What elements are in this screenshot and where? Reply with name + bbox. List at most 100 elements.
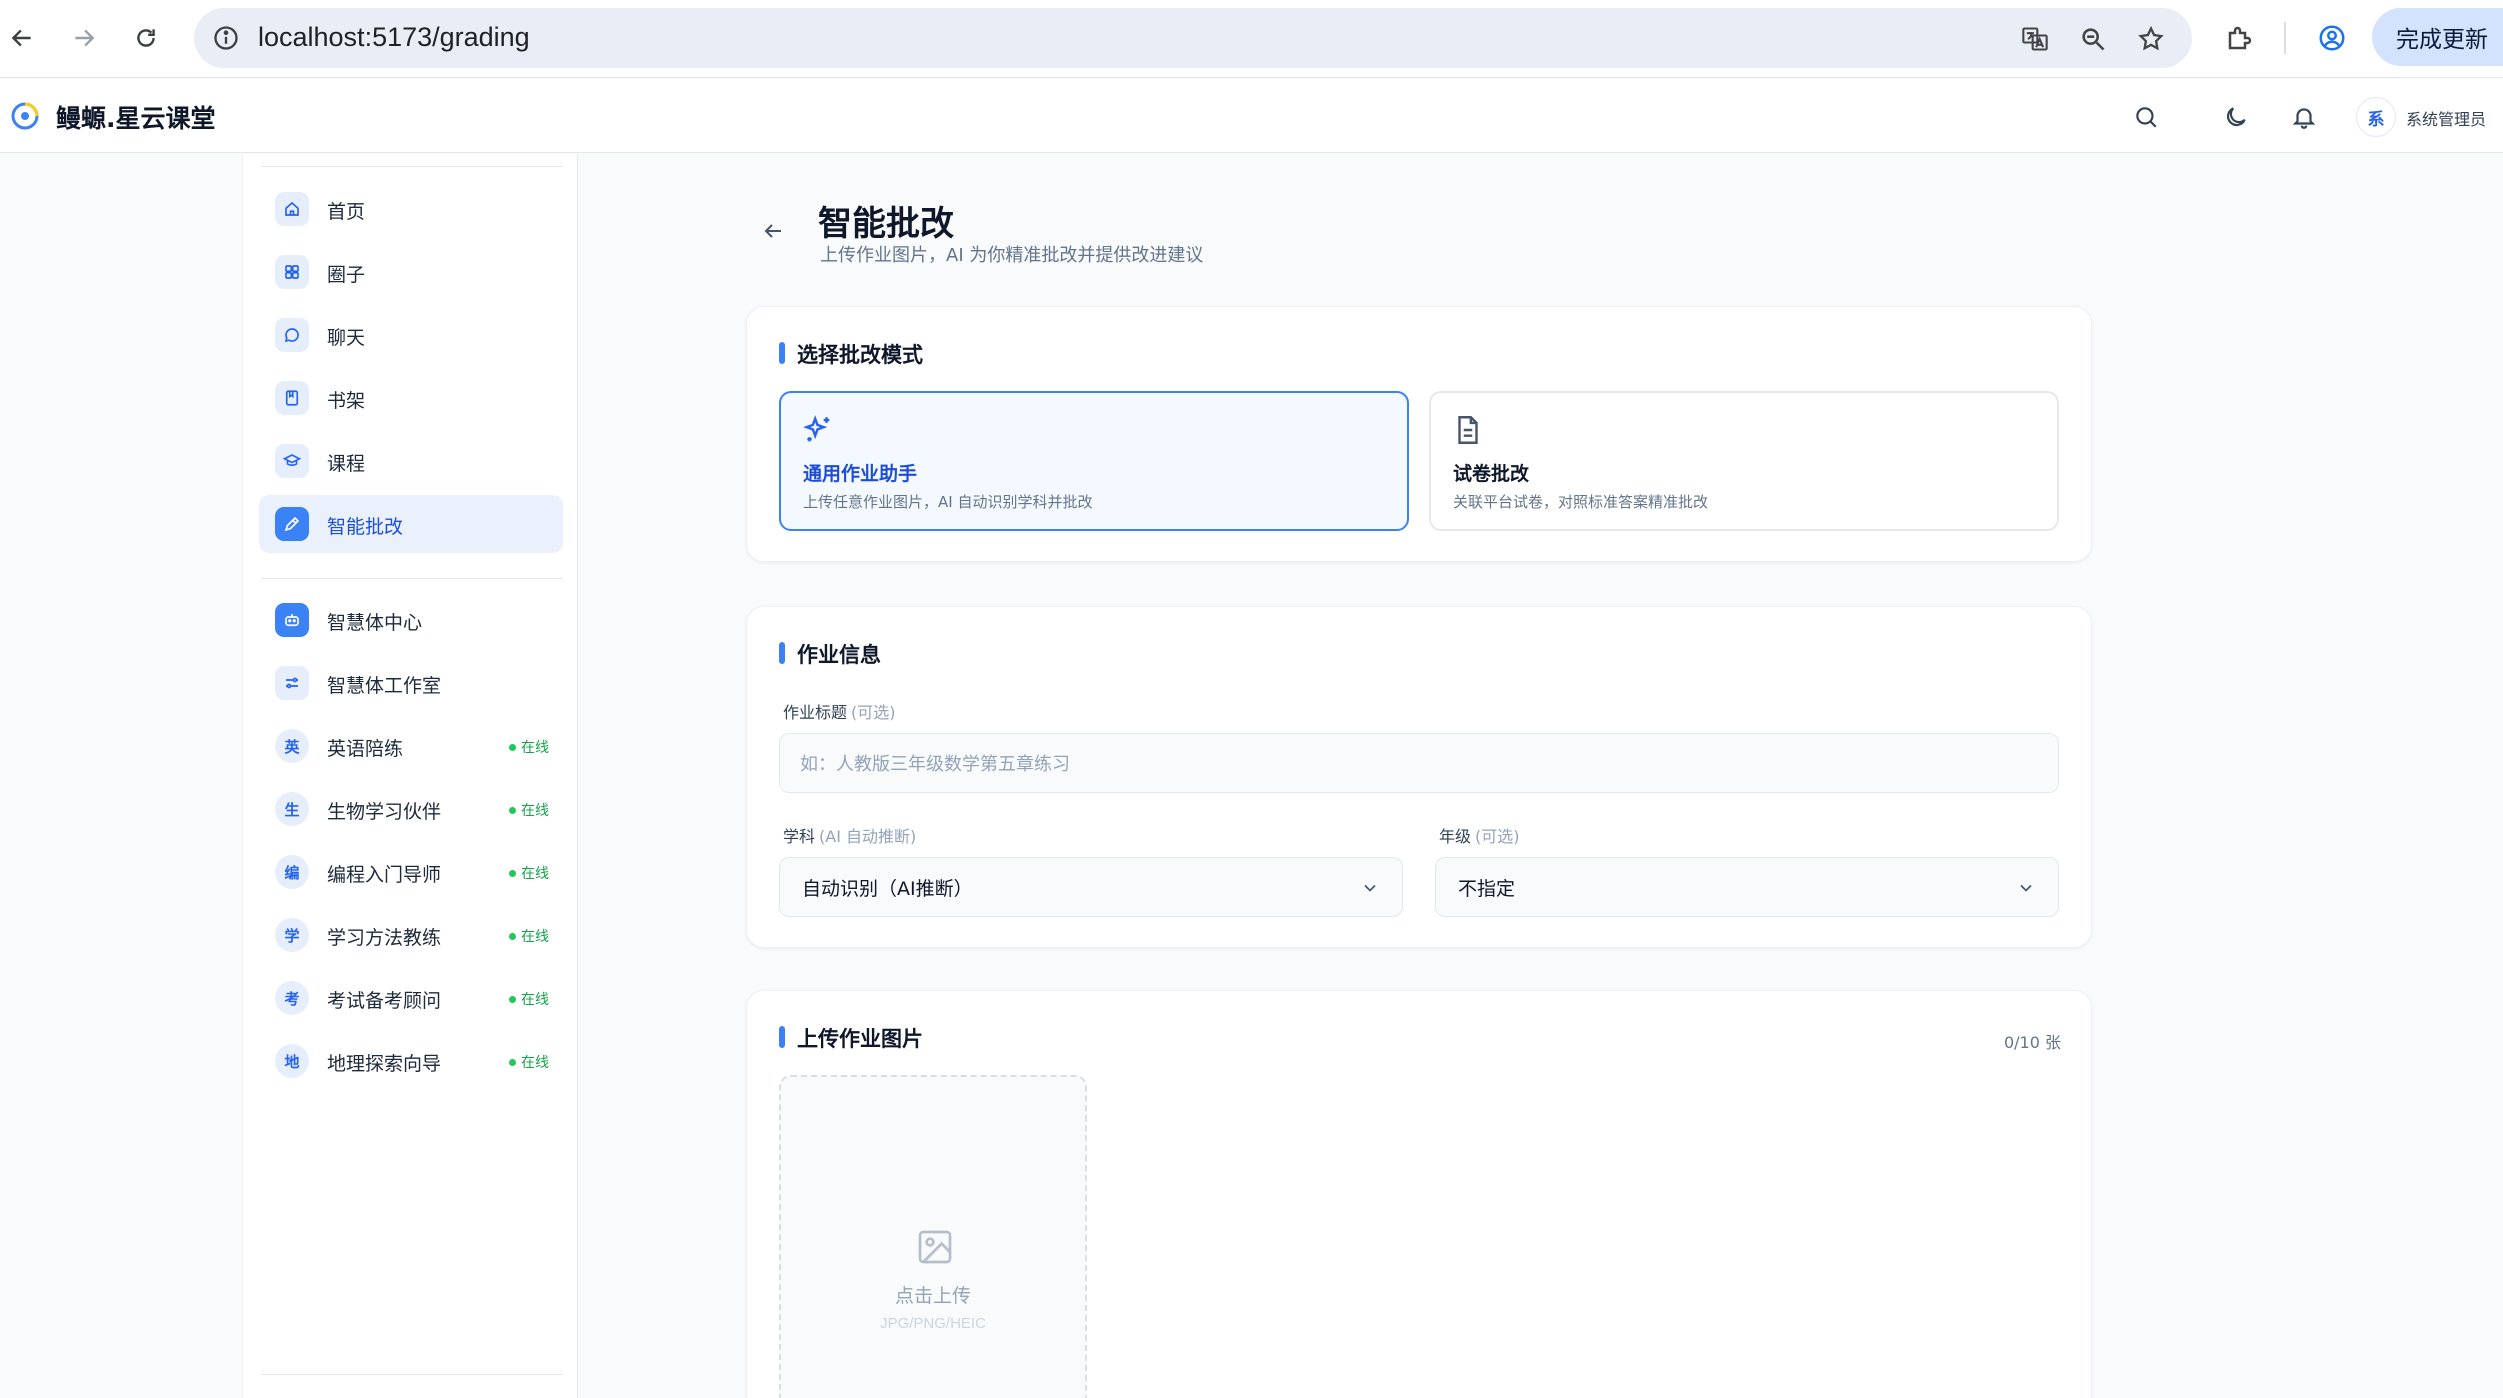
update-button[interactable]: 完成更新 [2372,8,2503,66]
sidebar-item-label: 学习方法教练 [327,927,442,949]
field-label-text: 作业标题 [783,703,848,722]
sidebar-item-label: 编程入门导师 [327,864,442,886]
translate-icon[interactable] [2020,24,2050,54]
url-text[interactable]: localhost:5173/grading [258,22,530,53]
user-name[interactable]: 系统管理员 [2406,106,2486,130]
subject-select[interactable]: 自动识别（AI推断） [779,857,1403,917]
book-icon [275,381,309,415]
sidebar-item-agent-english[interactable]: 英 英语陪练 在线 [259,717,563,775]
search-icon[interactable] [2130,101,2162,133]
online-dot-icon [509,869,516,877]
notification-bell-icon[interactable] [2288,101,2320,133]
online-status: 在线 [509,926,549,946]
online-status: 在线 [509,737,549,757]
status-text: 在线 [521,803,549,819]
grade-hint: (可选) [1475,827,1520,846]
status-text: 在线 [521,866,549,882]
homework-info-card: 作业信息 作业标题 (可选) 如：人教版三年级数学第五章练习 学科 (AI 自动推断… [746,606,2092,948]
online-status: 在线 [509,800,549,820]
back-arrow-icon[interactable] [756,214,790,248]
sidebar-item-grading[interactable]: 智能批改 [259,495,563,553]
mode-exam-grading[interactable]: 试卷批改 关联平台试卷，对照标准答案精准批改 [1429,391,2059,531]
brand-name[interactable]: 鳗螈.星云课堂 [56,99,216,135]
sidebar-item-agent-geography[interactable]: 地 地理探索向导 在线 [259,1032,563,1090]
sidebar-divider [261,578,563,579]
status-text: 在线 [521,1055,549,1071]
sidebar-item-home[interactable]: 首页 [259,180,563,238]
subject-value: 自动识别（AI推断） [802,877,973,900]
mode-card-title: 选择批改模式 [779,339,923,369]
zoom-icon[interactable] [2078,24,2108,54]
sidebar-item-label: 考试备考顾问 [327,990,442,1012]
subject-label: 学科 (AI 自动推断) [783,823,916,847]
homework-title-input[interactable]: 如：人教版三年级数学第五章练习 [779,733,2059,793]
sidebar-item-label: 首页 [327,201,366,223]
document-icon [1451,413,1485,447]
homework-title-label: 作业标题 (可选) [783,699,896,723]
site-info-icon[interactable] [210,22,242,54]
agent-avatar: 学 [275,918,309,952]
sidebar-item-bookshelf[interactable]: 书架 [259,369,563,427]
home-icon [275,192,309,226]
agent-avatar: 生 [275,792,309,826]
online-dot-icon [509,932,516,940]
page-subtitle: 上传作业图片，AI 为你精准批改并提供改进建议 [820,245,1204,266]
sidebar-item-label: 圈子 [327,264,366,286]
forward-icon[interactable] [64,18,104,58]
online-dot-icon [509,1058,516,1066]
info-card-title: 作业信息 [779,639,881,669]
grade-value: 不指定 [1458,877,1516,900]
sidebar-item-label: 智慧体工作室 [327,675,442,697]
sidebar-item-agent-center[interactable]: 智慧体中心 [259,591,563,649]
avatar[interactable]: 系 [2356,97,2396,137]
page-title: 智能批改 [818,204,954,244]
sidebar-item-agent-programming[interactable]: 编 编程入门导师 在线 [259,843,563,901]
status-text: 在线 [521,992,549,1008]
field-label-text: 年级 [1439,827,1472,846]
sidebar-divider [261,1374,563,1375]
reload-icon[interactable] [126,18,166,58]
upload-card-title: 上传作业图片 [779,1023,923,1053]
chevron-down-icon [1364,884,1376,892]
upload-dropzone[interactable]: 点击上传 JPG/PNG/HEIC [779,1075,1087,1398]
field-label-text: 学科 [783,827,816,846]
pen-icon [275,507,309,541]
mode-title: 试卷批改 [1453,463,1530,485]
extensions-icon[interactable] [2222,20,2258,56]
sliders-icon [275,666,309,700]
dark-mode-icon[interactable] [2220,101,2252,133]
mode-general-homework[interactable]: 通用作业助手 上传任意作业图片，AI 自动识别学科并批改 [779,391,1409,531]
sidebar-item-courses[interactable]: 课程 [259,432,563,490]
sidebar-item-chat[interactable]: 聊天 [259,306,563,364]
logo-icon[interactable] [10,101,40,131]
sidebar-item-circles[interactable]: 圈子 [259,243,563,301]
grade-select[interactable]: 不指定 [1435,857,2059,917]
graduation-cap-icon [275,444,309,478]
sidebar-item-label: 生物学习伙伴 [327,801,442,823]
agent-avatar: 英 [275,729,309,763]
bookmark-star-icon[interactable] [2136,24,2166,54]
sidebar-item-label: 智能批改 [327,516,404,538]
image-icon [915,1227,955,1267]
mode-card: 选择批改模式 通用作业助手 上传任意作业图片，AI 自动识别学科并批改 试卷批改… [746,306,2092,562]
address-bar[interactable]: localhost:5173/grading [194,8,2192,68]
back-icon[interactable] [2,18,42,58]
sidebar-item-label: 书架 [327,390,366,412]
image-counter: 0/10 张 [2003,1033,2061,1052]
homework-title-placeholder: 如：人教版三年级数学第五章练习 [800,754,1070,775]
online-dot-icon [509,743,516,751]
sidebar-item-agent-studio[interactable]: 智慧体工作室 [259,654,563,712]
profile-icon[interactable] [2314,20,2350,56]
sidebar-item-label: 聊天 [327,327,366,349]
sidebar-item-agent-exam[interactable]: 考 考试备考顾问 在线 [259,969,563,1027]
upload-hint: JPG/PNG/HEIC [880,1315,986,1332]
sidebar-item-label: 智慧体中心 [327,612,423,634]
robot-icon [275,603,309,637]
online-status: 在线 [509,989,549,1009]
sidebar-item-agent-biology[interactable]: 生 生物学习伙伴 在线 [259,780,563,838]
sidebar-item-agent-study-coach[interactable]: 学 学习方法教练 在线 [259,906,563,964]
grade-label: 年级 (可选) [1439,823,1520,847]
subject-hint: (AI 自动推断) [819,827,917,846]
sidebar: 首页 圈子 聊天 书架 课程 智能批改 智慧体中心 智慧体工作室 英 英语陪练 … [242,154,578,1398]
sparkles-icon [801,413,835,447]
